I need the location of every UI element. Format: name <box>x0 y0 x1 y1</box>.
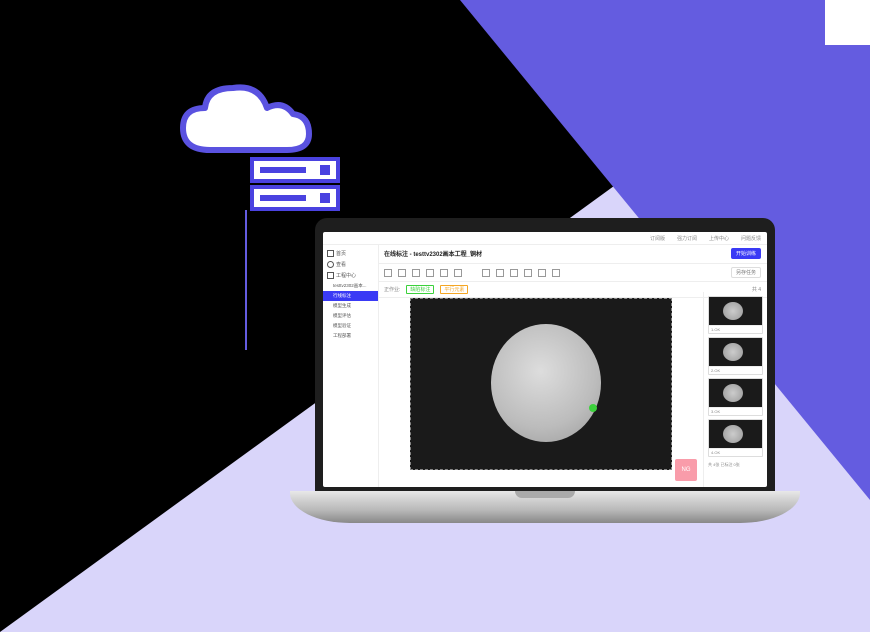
thumbnail[interactable]: 2.OK <box>708 337 763 375</box>
thumbnail[interactable]: 4.OK <box>708 419 763 457</box>
sidebar-item-project[interactable]: testtv2302画本... <box>323 281 378 291</box>
topbar-link[interactable]: 上传中心 <box>709 235 729 242</box>
workarea: NG 1.OK 2.OK 3.OK 4.OK 共 4张 已标注 0张 <box>378 292 767 487</box>
thumbnail[interactable]: 3.OK <box>708 378 763 416</box>
export-icon[interactable] <box>538 269 546 277</box>
sidebar-item-deploy[interactable]: 工程部署 <box>323 331 378 341</box>
save-task-button[interactable]: 另存任务 <box>731 267 761 278</box>
start-training-button[interactable]: 开始训练 <box>731 248 761 259</box>
grid-icon <box>327 272 334 279</box>
redo-icon[interactable] <box>398 269 406 277</box>
server-icon <box>250 157 340 212</box>
ocr-icon[interactable] <box>440 269 448 277</box>
sidebar-item-model-verify[interactable]: 模型验证 <box>323 321 378 331</box>
laptop-base <box>290 491 800 523</box>
ng-badge: NG <box>675 459 697 481</box>
topbar-link[interactable]: 强力订阅 <box>677 235 697 242</box>
thumbnail-footer: 共 4张 已标注 0张 <box>708 460 763 468</box>
canvas-panel[interactable]: NG <box>378 292 703 487</box>
sidebar-item-view[interactable]: 查看 <box>323 259 378 270</box>
sidebar-item-projects[interactable]: 工程中心 <box>323 270 378 281</box>
page-icon <box>327 261 334 268</box>
curve-icon[interactable] <box>524 269 532 277</box>
cloud-server-illustration <box>175 80 345 225</box>
content-area: 在线标注 - testtv2302画本工程_铜材 开始训练 <box>378 244 767 487</box>
text-icon[interactable] <box>454 269 462 277</box>
sidebar-item-model-gen[interactable]: 模型生成 <box>323 301 378 311</box>
fit-icon[interactable] <box>482 269 490 277</box>
bg-white-corner <box>825 0 870 45</box>
thumbnail[interactable]: 1.OK <box>708 296 763 334</box>
annotation-point[interactable] <box>589 404 597 412</box>
arrow-icon[interactable] <box>510 269 518 277</box>
sidebar-item-model-eval[interactable]: 模型评估 <box>323 311 378 321</box>
connector-line <box>245 210 247 350</box>
specimen-oval <box>491 324 601 442</box>
home-icon <box>327 250 334 257</box>
sidebar-item-home[interactable]: 首页 <box>323 248 378 259</box>
sidebar-item-annotate[interactable]: 行线标注 <box>323 291 378 301</box>
sidebar: 首页 查看 工程中心 testtv2302画本... 行线标注 模型生成 模型评… <box>323 244 379 487</box>
toolbar: 另存任务 <box>378 264 767 282</box>
link-icon[interactable] <box>552 269 560 277</box>
laptop-frame: 订阅版 强力订阅 上传中心 问题反馈 首页 查看 工程中心 testtv2302… <box>290 218 800 523</box>
topbar-link[interactable]: 订阅版 <box>650 235 665 242</box>
undo-icon[interactable] <box>384 269 392 277</box>
frame-icon[interactable] <box>426 269 434 277</box>
more-icon[interactable] <box>496 269 504 277</box>
app-window: 订阅版 强力订阅 上传中心 问题反馈 首页 查看 工程中心 testtv2302… <box>323 232 767 487</box>
image-frame[interactable] <box>410 298 672 470</box>
titlebar: 在线标注 - testtv2302画本工程_铜材 开始训练 <box>378 244 767 264</box>
page-title: 在线标注 - testtv2302画本工程_铜材 <box>384 249 482 258</box>
delete-icon[interactable] <box>412 269 420 277</box>
thumbnail-column: 1.OK 2.OK 3.OK 4.OK 共 4张 已标注 0张 <box>703 292 767 487</box>
topbar-link[interactable]: 问题反馈 <box>741 235 761 242</box>
